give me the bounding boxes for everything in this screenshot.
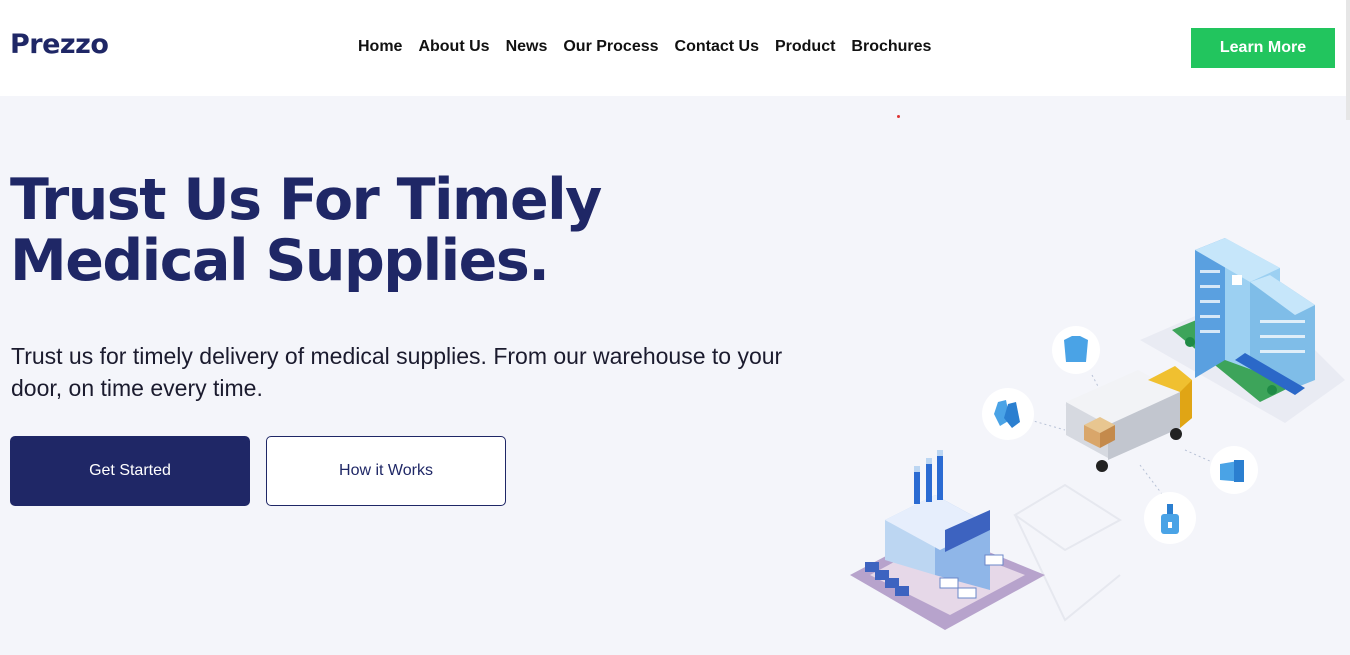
- get-started-button[interactable]: Get Started: [10, 436, 250, 506]
- nav-our-process[interactable]: Our Process: [563, 38, 658, 56]
- ground-outline: [1013, 483, 1122, 622]
- hero-title-line-1: Trust Us For Timely: [10, 167, 602, 233]
- logo[interactable]: Prezzo: [10, 29, 109, 60]
- decorative-dot: [897, 115, 900, 118]
- nav-contact-us[interactable]: Contact Us: [675, 38, 759, 56]
- nav-brochures[interactable]: Brochures: [851, 38, 931, 56]
- main-nav: Home About Us News Our Process Contact U…: [358, 38, 947, 56]
- nav-product[interactable]: Product: [775, 38, 835, 56]
- learn-more-button[interactable]: Learn More: [1191, 28, 1335, 68]
- gloves-icon: [982, 388, 1034, 440]
- site-header: Prezzo Home About Us News Our Process Co…: [0, 0, 1350, 120]
- scrollbar[interactable]: [1346, 0, 1350, 120]
- mask-icon: [1210, 446, 1258, 494]
- how-it-works-button[interactable]: How it Works: [266, 436, 506, 506]
- factory-icon: [850, 450, 1045, 630]
- nav-news[interactable]: News: [506, 38, 548, 56]
- sanitizer-icon: [1144, 492, 1196, 544]
- hero-description: Trust us for timely delivery of medical …: [11, 343, 783, 401]
- delivery-truck-icon: [1065, 366, 1192, 472]
- nav-about-us[interactable]: About Us: [418, 38, 489, 56]
- hero-title-line-2: Medical Supplies.: [10, 228, 550, 294]
- supply-chain-illustration: [850, 238, 1345, 630]
- nav-home[interactable]: Home: [358, 38, 402, 56]
- gown-icon: [1052, 326, 1100, 374]
- hero-title: Trust Us For Timely Medical Supplies.: [10, 170, 710, 292]
